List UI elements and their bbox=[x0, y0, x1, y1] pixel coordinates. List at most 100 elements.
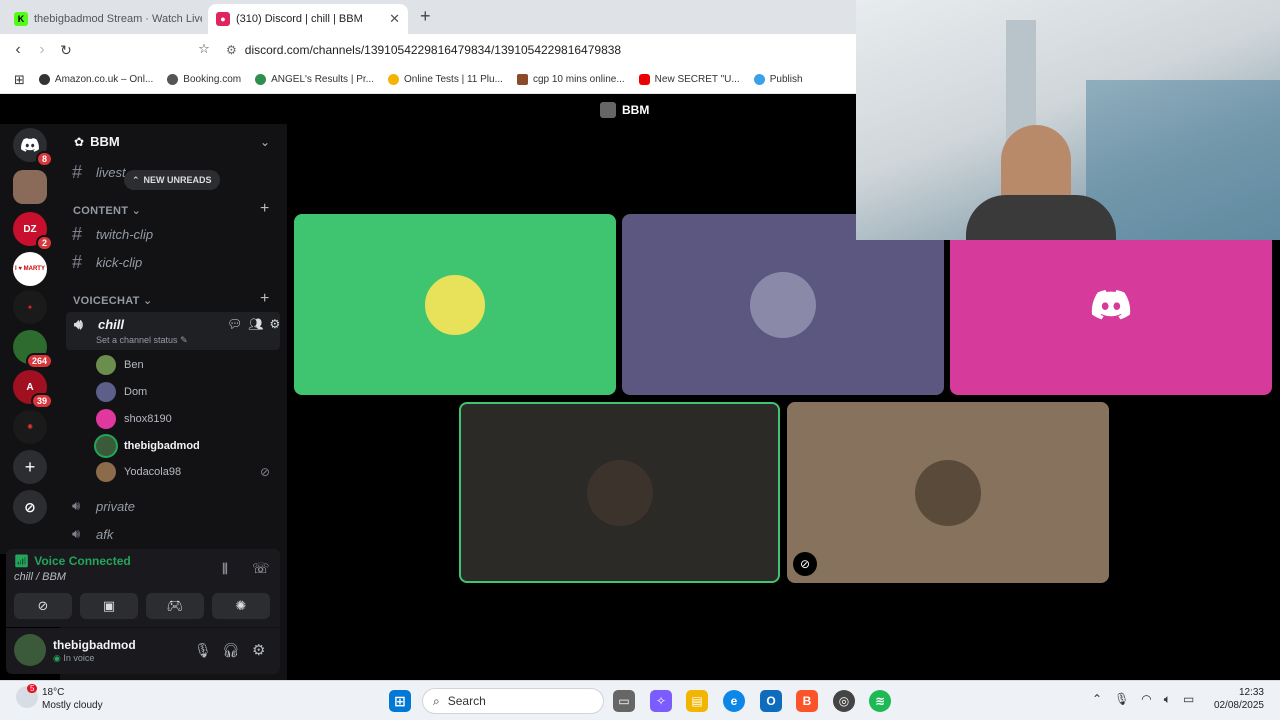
obs-icon[interactable]: ◎ bbox=[833, 690, 855, 712]
wifi-icon[interactable]: ◠ bbox=[1141, 692, 1151, 707]
edge-icon[interactable]: e bbox=[723, 690, 745, 712]
chevron-up-icon[interactable]: ⌃ bbox=[1092, 692, 1102, 707]
channel-kick-clip[interactable]: # kick-clip bbox=[72, 250, 142, 274]
avatar bbox=[422, 271, 488, 338]
voice-location[interactable]: chill / BBM bbox=[14, 571, 66, 583]
speaker-icon: 🔊︎ bbox=[72, 526, 81, 541]
create-channel-icon[interactable]: + bbox=[260, 200, 269, 218]
tab-discord[interactable]: ● (310) Discord | chill | BBM ✕ bbox=[208, 4, 408, 34]
disconnect-icon[interactable]: ☏ bbox=[252, 560, 270, 577]
server-bbm[interactable] bbox=[13, 170, 47, 204]
unread-badge: 2 bbox=[35, 235, 53, 251]
create-channel-icon[interactable]: + bbox=[260, 290, 269, 308]
server-header[interactable]: ✿ BBM bbox=[74, 134, 120, 149]
voice-member[interactable]: thebigbadmod bbox=[96, 434, 200, 458]
site-info-icon[interactable]: ⚙ bbox=[226, 43, 237, 57]
outlook-icon[interactable]: O bbox=[760, 690, 782, 712]
soundboard-button[interactable]: ✺ bbox=[212, 593, 270, 619]
category-voicechat[interactable]: VOICECHAT ⌄ bbox=[73, 294, 153, 307]
volume-icon[interactable]: 🔈︎ bbox=[1164, 692, 1171, 707]
noise-suppression-icon[interactable]: ⫼ bbox=[222, 561, 228, 577]
gear-icon[interactable]: ⚙ bbox=[269, 317, 280, 331]
battery-icon[interactable]: ▭ bbox=[1183, 692, 1194, 707]
discord-home-icon[interactable]: 8 bbox=[13, 128, 53, 167]
voice-channel-label[interactable]: 🔊︎ chill bbox=[74, 312, 124, 336]
bookmark-item[interactable]: ANGEL's Results | Pr... bbox=[255, 74, 374, 85]
task-view-icon[interactable]: ▭ bbox=[613, 690, 635, 712]
bookmark-item[interactable]: Publish bbox=[753, 74, 803, 85]
forward-icon[interactable]: › bbox=[30, 41, 54, 59]
new-unreads-pill[interactable]: ⌃ NEW UNREADS bbox=[124, 170, 220, 190]
brave-icon[interactable]: B bbox=[796, 690, 818, 712]
voice-member[interactable]: Ben bbox=[96, 353, 144, 377]
channel-twitch-clip[interactable]: # twitch-clip bbox=[72, 222, 153, 246]
video-tile[interactable] bbox=[950, 214, 1272, 395]
server-list: 8 DZ 2 I ♥ MARTY ✦ 264 A 39 ✺ + ⊘ bbox=[0, 124, 60, 554]
back-icon[interactable]: ‹ bbox=[6, 41, 30, 59]
bookmark-item[interactable]: cgp 10 mins online... bbox=[516, 74, 625, 85]
channel-livest[interactable]: # livest bbox=[72, 160, 126, 184]
headphones-icon[interactable]: 🎧︎ bbox=[222, 642, 240, 659]
taskbar bbox=[0, 680, 1280, 720]
weather-temp[interactable]: 18°C bbox=[42, 687, 64, 698]
clock[interactable]: 12:33 02/08/2025 bbox=[1212, 687, 1264, 711]
video-tile[interactable]: ⊘ bbox=[787, 402, 1109, 583]
camera-toggle-button[interactable]: ⊘ bbox=[14, 593, 72, 619]
bookmark-item[interactable]: Amazon.co.uk – Onl... bbox=[38, 74, 153, 85]
unread-badge: 264 bbox=[25, 353, 53, 369]
invite-icon[interactable]: 👥︎ bbox=[248, 317, 263, 331]
activities-button[interactable]: 🎮︎ bbox=[146, 593, 204, 619]
add-server-icon[interactable]: + bbox=[13, 450, 47, 484]
header-title: BBM bbox=[622, 103, 650, 117]
new-tab-button[interactable]: + bbox=[420, 6, 431, 27]
voice-member[interactable]: Yodacola98 bbox=[96, 460, 181, 484]
bookmark-icon[interactable]: ☆ bbox=[192, 41, 216, 57]
mic-icon[interactable]: 🎙︎ bbox=[194, 642, 212, 659]
chat-icon[interactable]: 💬︎ bbox=[227, 317, 242, 331]
mic-icon[interactable]: 🎙︎ bbox=[1114, 692, 1129, 707]
date: 02/08/2025 bbox=[1213, 700, 1264, 711]
voice-member[interactable]: Dom bbox=[96, 380, 147, 404]
avatar bbox=[96, 462, 116, 482]
server-green[interactable]: 264 bbox=[13, 330, 53, 369]
screen-share-icon: ▣ bbox=[102, 598, 116, 613]
voice-status[interactable]: 📶︎ Voice Connected bbox=[14, 554, 131, 568]
category-content[interactable]: CONTENT ⌄ bbox=[73, 204, 141, 217]
bookmark-item[interactable]: New SECRET "U... bbox=[638, 74, 740, 85]
video-tile[interactable] bbox=[622, 214, 944, 395]
reload-icon[interactable]: ↻ bbox=[54, 42, 78, 59]
chevron-down-icon[interactable]: ⌄ bbox=[260, 135, 270, 149]
video-tile-speaking[interactable] bbox=[459, 402, 780, 583]
server-a[interactable]: A 39 bbox=[13, 370, 53, 409]
start-icon[interactable]: ⊞ bbox=[389, 690, 411, 712]
avatar[interactable] bbox=[14, 634, 46, 666]
close-tab-icon[interactable]: ✕ bbox=[389, 11, 400, 27]
bookmark-item[interactable]: Booking.com bbox=[167, 74, 241, 85]
server-marty[interactable]: I ♥ MARTY bbox=[13, 252, 47, 286]
browser-tab-bar: K thebigbadmod Stream · Watch Live ● (31… bbox=[0, 0, 856, 34]
bookmark-item[interactable]: Online Tests | 11 Plu... bbox=[387, 74, 503, 85]
tab-kick[interactable]: K thebigbadmod Stream · Watch Live bbox=[6, 4, 202, 34]
server-settings-icon: ✿ bbox=[74, 134, 85, 149]
voice-channel-afk[interactable]: 🔊︎ afk bbox=[72, 522, 113, 546]
unread-badge: 39 bbox=[30, 393, 53, 409]
gear-icon[interactable]: ⚙ bbox=[252, 641, 265, 659]
apps-icon[interactable]: ⊞ bbox=[14, 72, 25, 88]
weather-desc[interactable]: Mostly cloudy bbox=[42, 700, 103, 711]
url-field[interactable]: ⚙ discord.com/channels/13910542298164798… bbox=[226, 39, 621, 61]
spotify-icon[interactable]: ≋ bbox=[869, 690, 891, 712]
avatar bbox=[96, 436, 116, 456]
server-dz[interactable]: DZ 2 bbox=[13, 212, 53, 251]
voice-member[interactable]: shox8190 bbox=[96, 407, 172, 431]
server-grunge[interactable]: ✺ bbox=[13, 410, 47, 444]
system-tray: ⌃ 🎙︎ ◠ 🔈︎ ▭ bbox=[1092, 692, 1194, 707]
taskbar-search[interactable]: ⌕ Search bbox=[422, 688, 604, 714]
copilot-icon[interactable]: ✧ bbox=[650, 690, 672, 712]
server-red[interactable]: ✦ bbox=[13, 290, 47, 324]
file-explorer-icon[interactable]: ▤ bbox=[686, 690, 708, 712]
channel-status[interactable]: Set a channel status ✎ bbox=[96, 335, 188, 346]
voice-channel-private[interactable]: 🔊︎ private bbox=[72, 494, 135, 518]
discover-icon[interactable]: ⊘ bbox=[13, 490, 47, 524]
share-screen-button[interactable]: ▣ bbox=[80, 593, 138, 619]
video-tile[interactable] bbox=[294, 214, 616, 395]
